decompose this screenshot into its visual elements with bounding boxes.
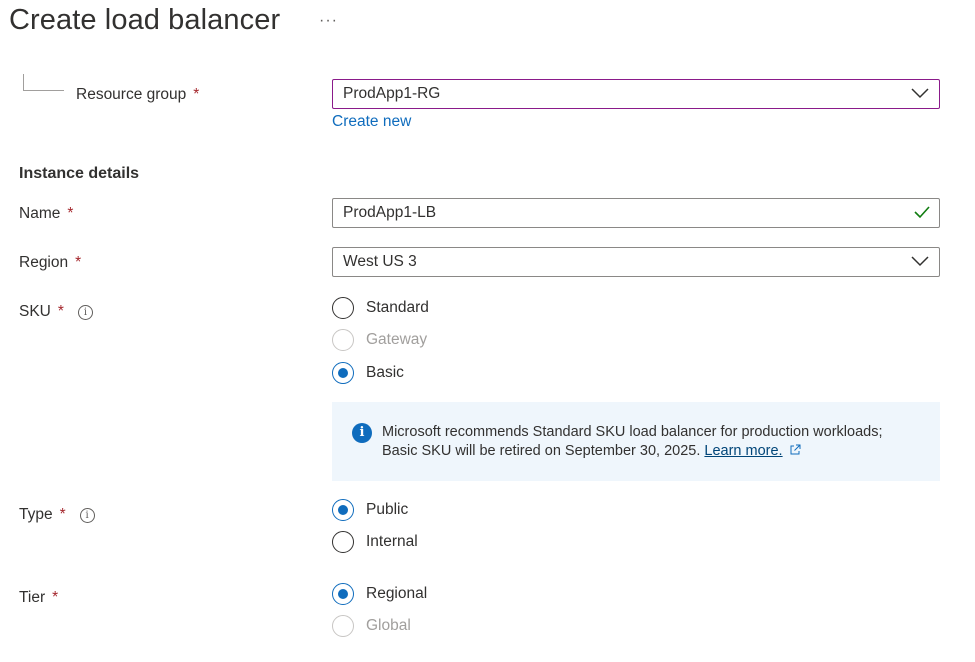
chevron-down-icon [911, 256, 929, 267]
type-option-label: Public [366, 501, 409, 518]
region-label: Region * [19, 254, 81, 272]
sku-info-icon[interactable]: i [77, 304, 93, 320]
more-options-button[interactable]: ··· [319, 12, 338, 30]
required-mark: * [57, 303, 64, 320]
sku-option-standard[interactable]: Standard [332, 297, 429, 319]
create-new-resource-group-link[interactable]: Create new [332, 113, 411, 131]
radio-global [332, 615, 354, 637]
radio-regional[interactable] [332, 583, 354, 605]
instance-details-heading: Instance details [19, 165, 140, 182]
tier-label-text: Tier [19, 589, 46, 606]
chevron-down-icon [911, 88, 929, 99]
tier-option-regional[interactable]: Regional [332, 583, 427, 605]
name-label-text: Name [19, 205, 61, 222]
page-title: Create load balancer [9, 4, 281, 36]
tier-option-label: Regional [366, 585, 428, 602]
radio-standard[interactable] [332, 297, 354, 319]
sku-option-basic[interactable]: Basic [332, 362, 404, 384]
radio-basic[interactable] [332, 362, 354, 384]
tier-option-global: Global [332, 615, 411, 637]
type-label: Type * i [19, 506, 95, 524]
radio-gateway [332, 329, 354, 351]
type-option-public[interactable]: Public [332, 499, 408, 521]
sku-retirement-notice: i Microsoft recommends Standard SKU load… [332, 402, 940, 481]
sku-option-label: Standard [366, 299, 429, 316]
tree-connector [23, 74, 64, 91]
required-mark: * [59, 506, 66, 523]
notice-line-2: Basic SKU will be retired on September 3… [382, 443, 701, 459]
resource-group-dropdown[interactable]: ProdApp1-RG [332, 79, 940, 109]
resource-group-value: ProdApp1-RG [343, 85, 441, 102]
sku-label-text: SKU [19, 303, 51, 320]
type-label-text: Type [19, 506, 53, 523]
name-label: Name * [19, 205, 73, 223]
sku-option-label: Basic [366, 364, 404, 381]
type-option-internal[interactable]: Internal [332, 531, 418, 553]
info-icon: i [352, 423, 372, 443]
external-link-icon [790, 444, 801, 455]
tier-option-label: Global [366, 617, 411, 634]
notice-message: Microsoft recommends Standard SKU load b… [382, 423, 927, 461]
radio-public[interactable] [332, 499, 354, 521]
sku-label: SKU * i [19, 303, 93, 321]
radio-internal[interactable] [332, 531, 354, 553]
type-info-icon[interactable]: i [79, 507, 95, 523]
region-label-text: Region [19, 254, 69, 271]
region-dropdown[interactable]: West US 3 [332, 247, 940, 277]
required-mark: * [193, 86, 200, 103]
required-mark: * [52, 589, 59, 606]
sku-option-label: Gateway [366, 331, 428, 348]
name-value: ProdApp1-LB [343, 204, 437, 221]
checkmark-icon [914, 206, 930, 219]
resource-group-label-text: Resource group [76, 86, 187, 103]
required-mark: * [75, 254, 82, 271]
type-option-label: Internal [366, 533, 418, 550]
region-value: West US 3 [343, 253, 417, 270]
required-mark: * [67, 205, 74, 222]
name-input[interactable]: ProdApp1-LB [332, 198, 940, 228]
learn-more-link[interactable]: Learn more. [704, 443, 782, 459]
notice-line-1: Microsoft recommends Standard SKU load b… [382, 424, 883, 440]
tier-label: Tier * [19, 589, 58, 607]
sku-option-gateway: Gateway [332, 329, 427, 351]
resource-group-label: Resource group * [76, 86, 199, 104]
